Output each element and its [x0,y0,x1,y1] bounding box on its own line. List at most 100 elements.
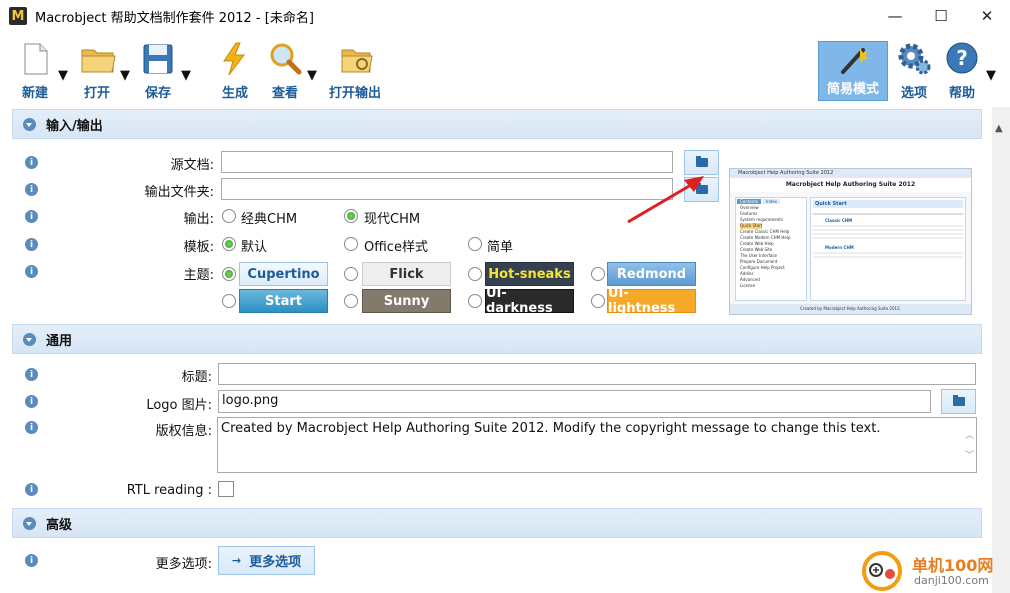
info-icon[interactable]: i [25,395,38,408]
radio-template-default[interactable] [222,237,236,251]
new-document-icon [18,42,52,76]
theme-hot-sneaks[interactable]: Hot-sneaks [485,262,574,286]
radio-theme-hot-sneaks[interactable] [468,267,482,281]
radio-template-simple[interactable] [468,237,482,251]
theme-start[interactable]: Start [239,289,328,313]
info-icon[interactable]: i [25,421,38,434]
folder-icon [695,156,708,167]
gear-icon [897,42,931,76]
radio-classic-chm[interactable] [222,209,236,223]
radio-theme-ui-lightness[interactable] [591,294,605,308]
logo-browse-button[interactable] [941,389,976,414]
maximize-icon: ☐ [934,7,948,25]
preview-tab-index: Index [763,199,781,204]
more-options-button[interactable]: → 更多选项 [218,546,315,575]
textarea-scrollbar[interactable]: ︿ ﹀ [965,426,974,466]
template-label: 模板: [183,240,214,255]
radio-theme-redmond[interactable] [591,267,605,281]
lightning-icon [218,42,252,76]
output-folder-label: 输出文件夹: [144,185,214,200]
save-button[interactable]: 保存 [141,42,175,102]
copyright-textarea[interactable]: Created by Macrobject Help Authoring Sui… [217,417,977,473]
radio-theme-sunny[interactable] [344,294,358,308]
vertical-scrollbar[interactable]: ▲ [992,107,1010,593]
collapse-icon[interactable] [23,516,36,530]
preview-quick-start: Quick Start [813,200,963,208]
preview-modern-chm: Modern CHM [825,245,854,250]
source-input[interactable] [221,151,673,173]
help-icon: ? [945,42,979,76]
window-title: Macrobject 帮助文档制作套件 2012 - [未命名] [35,10,314,26]
advanced-section-header[interactable]: 高级 [12,508,982,538]
logo-input[interactable]: logo.png [218,390,931,413]
title-input[interactable] [218,363,976,385]
view-button[interactable]: 查看 [268,42,302,102]
io-section-header[interactable]: 输入/输出 [12,109,982,139]
theme-label: 主题: [183,268,214,283]
general-section-title: 通用 [46,333,73,349]
open-button[interactable]: 打开 [80,42,116,102]
info-icon[interactable]: i [25,483,38,496]
collapse-icon[interactable] [23,332,36,346]
info-icon[interactable]: i [25,238,38,251]
theme-cupertino[interactable]: Cupertino [239,262,328,286]
open-output-button[interactable]: 打开输出 [329,42,381,102]
minimize-icon: — [887,7,903,25]
scroll-down-icon[interactable]: ﹀ [965,446,974,466]
rtl-label: RTL reading : [126,483,212,498]
help-button[interactable]: ? 帮助 [945,42,979,102]
info-icon[interactable]: i [25,368,38,381]
simple-mode-button[interactable]: 简易模式 [818,41,888,101]
radio-theme-ui-darkness[interactable] [468,294,482,308]
logo-label: Logo 图片: [146,398,212,413]
theme-flick[interactable]: Flick [362,262,451,286]
output-folder-input[interactable] [221,178,673,200]
arrow-right-icon: → [231,554,242,567]
radio-theme-start[interactable] [222,294,236,308]
close-icon: ✕ [980,7,994,25]
new-button[interactable]: 新建 [18,42,52,102]
collapse-icon[interactable] [23,117,36,131]
output-label: 输出: [183,212,214,227]
radio-theme-flick[interactable] [344,267,358,281]
watermark: 单机100网 danji100.com [860,548,1010,593]
info-icon[interactable]: i [25,156,38,169]
info-icon[interactable]: i [25,210,38,223]
preview-tab-contents: Contents [737,199,761,204]
radio-classic-chm-label: 经典CHM [241,212,298,227]
theme-ui-lightness[interactable]: UI-lightness [607,286,696,316]
more-options-label: 更多选项: [155,557,212,572]
pointer-arrow [627,176,704,224]
scroll-up-icon[interactable]: ▲ [995,123,1003,134]
theme-sunny[interactable]: Sunny [362,289,451,313]
magnifier-icon [268,42,302,76]
preview-window-title: Macrobject Help Authoring Suite 2012 [730,169,971,178]
close-button[interactable]: ✕ [964,0,1010,32]
svg-text:?: ? [956,46,968,70]
watermark-url: danji100.com [914,574,989,587]
radio-modern-chm[interactable] [344,209,358,223]
radio-template-default-label: 默认 [241,240,268,255]
options-button[interactable]: 选项 [897,42,931,102]
title-label: 标题: [181,370,212,385]
maximize-button[interactable]: ☐ [918,0,964,32]
info-icon[interactable]: i [25,554,38,567]
info-icon[interactable]: i [25,265,38,278]
theme-ui-darkness[interactable]: UI-darkness [485,286,574,316]
radio-template-office[interactable] [344,237,358,251]
info-icon[interactable]: i [25,183,38,196]
theme-redmond[interactable]: Redmond [607,262,696,286]
watermark-name: 单机100网 [912,556,994,575]
rtl-checkbox[interactable] [218,481,234,497]
app-icon: M [9,7,27,25]
general-section-header[interactable]: 通用 [12,324,982,354]
minimize-button[interactable]: — [872,0,918,32]
scroll-up-icon[interactable]: ︿ [965,426,974,446]
save-disk-icon [141,42,175,76]
source-label: 源文档: [170,158,214,173]
preview-footer: Created by Macrobject Help Authoring Sui… [730,304,971,314]
radio-theme-cupertino[interactable] [222,267,236,281]
build-button[interactable]: 生成 [218,42,252,102]
preview-header: Macrobject Help Authoring Suite 2012 [730,178,971,192]
title-bar: M Macrobject 帮助文档制作套件 2012 - [未命名] — ☐ ✕ [0,0,1010,32]
